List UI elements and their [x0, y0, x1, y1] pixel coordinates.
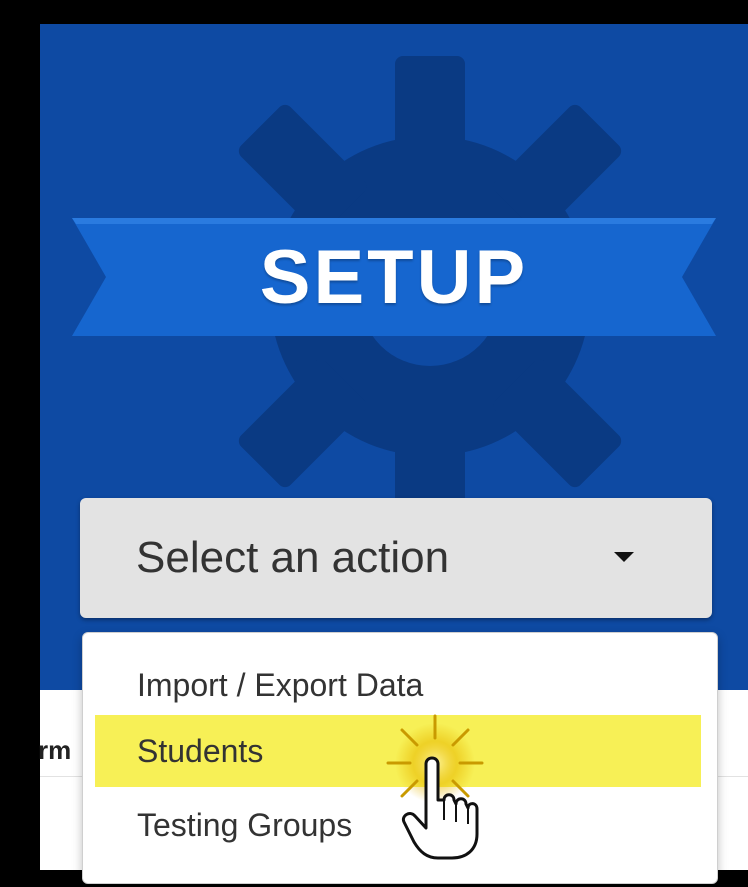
hand-pointer-icon: [401, 756, 479, 860]
chevron-down-icon: [614, 552, 634, 562]
column-header-fragment: rm: [38, 735, 72, 765]
action-select-label: Select an action: [136, 533, 450, 582]
action-select[interactable]: Select an action: [80, 498, 712, 618]
page-title: SETUP: [259, 234, 529, 320]
